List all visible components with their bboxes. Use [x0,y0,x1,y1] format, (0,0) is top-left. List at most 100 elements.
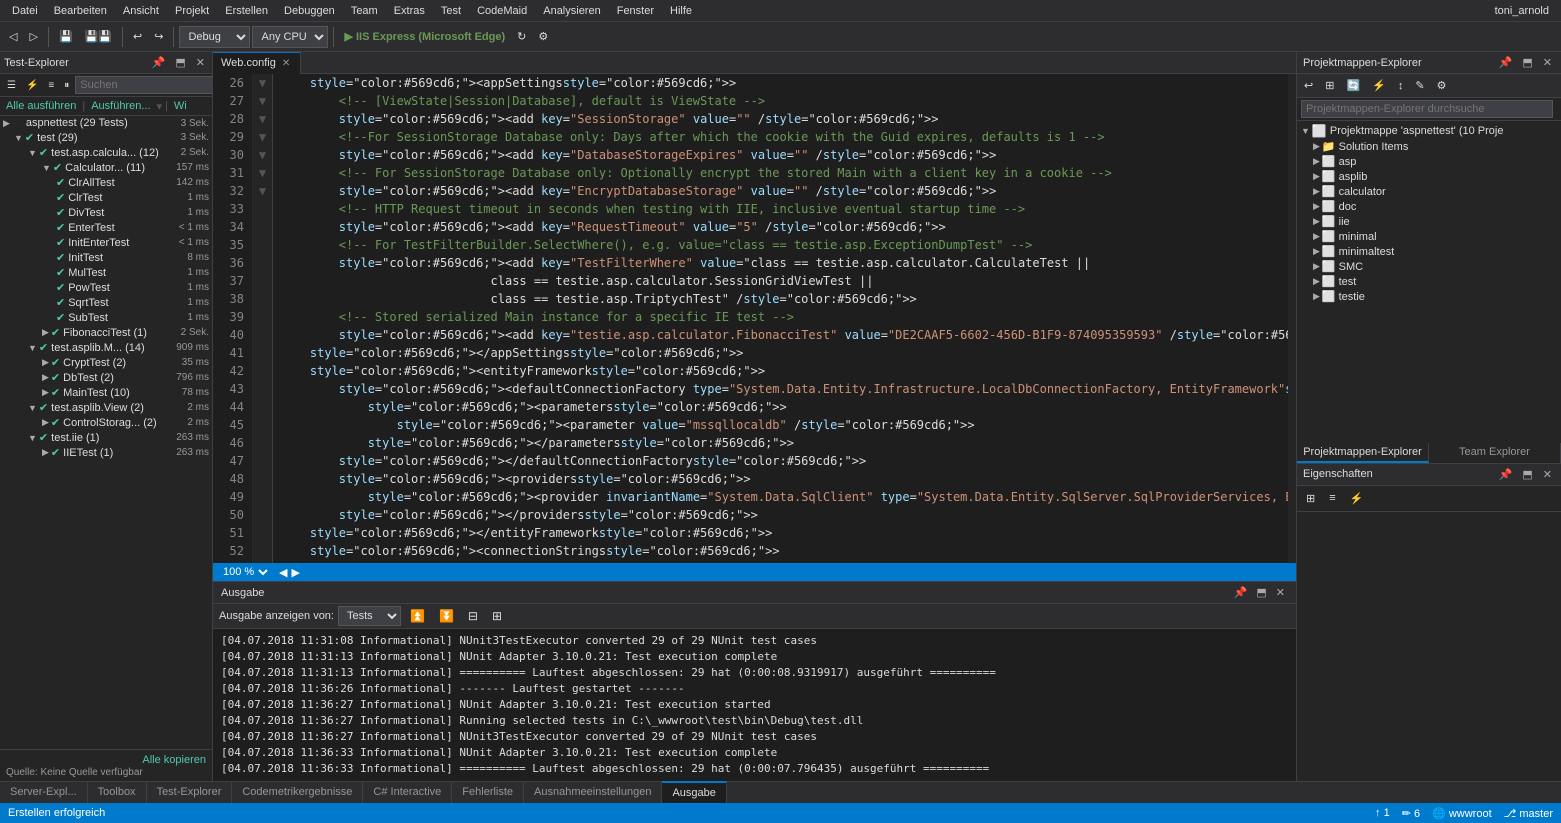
list-item[interactable]: ✔ SqrtTest 1 ms [0,295,212,310]
test-toolbar-btn-1[interactable]: ☰ [3,78,20,93]
solution-search-input[interactable] [1301,100,1553,118]
menu-erstellen[interactable]: Erstellen [217,3,276,19]
output-source-select[interactable]: Tests Build Debug [338,606,401,626]
toolbar-btn-back[interactable]: ◁ [4,27,22,46]
menu-datei[interactable]: Datei [4,3,46,19]
solution-root-item[interactable]: ▼ ⬜ Projektmappe 'aspnettest' (10 Proje [1297,123,1561,139]
alle-kopieren-link[interactable]: Alle kopieren [6,753,206,767]
cpu-select[interactable]: Any CPU [252,26,328,48]
fold-btn[interactable]: ▼ [253,92,272,110]
list-item[interactable]: ▶ ✔ MainTest (10) 78 ms [0,385,212,400]
list-item[interactable]: ▶ ✔ FibonacciTest (1) 2 Sek. [0,325,212,340]
test-toolbar-btn-3[interactable]: ≡ [44,78,58,93]
prop-pin-icon[interactable]: 📌 [1496,467,1516,482]
sol-item-asplib[interactable]: ▶ ⬜ asplib [1297,169,1561,184]
scrollbar-vertical[interactable] [1288,74,1296,563]
tab-test-explorer[interactable]: Test-Explorer [147,781,233,803]
list-item[interactable]: ✔ PowTest 1 ms [0,280,212,295]
tab-solution-explorer[interactable]: Projektmappen-Explorer [1297,443,1429,463]
output-close-icon[interactable]: ✕ [1273,585,1288,600]
tab-codemetrik[interactable]: Codemetrikergebnisse [232,781,363,803]
sol-float-icon[interactable]: ⬒ [1519,55,1535,70]
menu-codemaid[interactable]: CodeMaid [469,3,535,19]
tab-team-explorer[interactable]: Team Explorer [1429,443,1561,463]
toolbar-btn-undo[interactable]: ↩ [128,27,147,46]
fold-btn[interactable]: ▼ [253,164,272,182]
menu-fenster[interactable]: Fenster [609,3,662,19]
sol-item-test[interactable]: ▶ ⬜ test [1297,274,1561,289]
sol-item-calculator[interactable]: ▶ ⬜ calculator [1297,184,1561,199]
sol-item-minimaltest[interactable]: ▶ ⬜ minimaltest [1297,244,1561,259]
refresh-btn[interactable]: ↻ [512,27,531,46]
toolbar-btn-save-all[interactable]: 💾💾 [80,27,117,46]
scroll-right-icon[interactable]: ▶ [291,566,299,579]
list-item[interactable]: ▼ ✔ test (29) 3 Sek. [0,130,212,145]
sol-item-solution-items[interactable]: ▶ 📁 Solution Items [1297,139,1561,154]
output-btn-4[interactable]: ⊞ [487,606,507,626]
list-item[interactable]: ✔ InitEnterTest < 1 ms [0,235,212,250]
menu-debuggen[interactable]: Debuggen [276,3,343,19]
scroll-left-icon[interactable]: ◀ [279,566,287,579]
tab-fehlerliste[interactable]: Fehlerliste [452,781,524,803]
list-item[interactable]: ▶ ✔ IIETest (1) 263 ms [0,445,212,460]
toolbar-extra-btn[interactable]: ⚙ [533,27,553,46]
sol-item-doc[interactable]: ▶ ⬜ doc [1297,199,1561,214]
tab-ausnahme[interactable]: Ausnahmeeinstellungen [524,781,662,803]
tab-csharp-interactive[interactable]: C# Interactive [363,781,452,803]
menu-analysieren[interactable]: Analysieren [535,3,608,19]
output-btn-3[interactable]: ⊟ [463,606,483,626]
list-item[interactable]: ✔ ClrTest 1 ms [0,190,212,205]
run-button[interactable]: ▶ IIS Express (Microsoft Edge) [339,27,510,46]
sol-toolbar-btn6[interactable]: ✎ [1410,76,1429,95]
list-item[interactable]: ✔ InitTest 8 ms [0,250,212,265]
sol-toolbar-btn7[interactable]: ⚙ [1432,76,1452,95]
toolbar-btn-save[interactable]: 💾 [54,27,78,46]
output-btn-1[interactable]: ⏫ [405,606,430,626]
run-all-btn[interactable]: Alle ausführen [3,99,79,113]
wi-btn[interactable]: Wi [171,99,190,113]
tab-toolbox[interactable]: Toolbox [88,781,147,803]
output-content[interactable]: [04.07.2018 11:31:08 Informational] NUni… [213,629,1296,781]
output-btn-2[interactable]: ⏬ [434,606,459,626]
sol-toolbar-btn2[interactable]: ⊞ [1320,76,1339,95]
tab-webconfig[interactable]: Web.config ✕ [213,52,301,74]
prop-events-btn[interactable]: ⚡ [1345,489,1369,508]
menu-projekt[interactable]: Projekt [167,3,217,19]
prop-group-btn[interactable]: ≡ [1324,489,1340,507]
debug-config-select[interactable]: Debug Release [179,26,250,48]
zoom-select[interactable]: 100 % 75 % 150 % [219,565,271,579]
fold-btn[interactable]: ▼ [253,110,272,128]
list-item[interactable]: ▶ ✔ CryptTest (2) 35 ms [0,355,212,370]
list-item[interactable]: ✔ MulTest 1 ms [0,265,212,280]
menu-extras[interactable]: Extras [386,3,433,19]
float-icon[interactable]: ⬒ [172,55,188,70]
sol-item-asp[interactable]: ▶ ⬜ asp [1297,154,1561,169]
output-pin-icon[interactable]: 📌 [1231,585,1251,600]
prop-close-icon[interactable]: ✕ [1540,467,1555,482]
fold-btn[interactable]: ▼ [253,74,272,92]
list-item[interactable]: ▼ ✔ test.asplib.View (2) 2 ms [0,400,212,415]
list-item[interactable]: ▼ ✔ test.asp.calcula... (12) 2 Sek. [0,145,212,160]
fold-btn[interactable]: ▼ [253,128,272,146]
output-float-icon[interactable]: ⬒ [1253,585,1269,600]
sol-item-minimal[interactable]: ▶ ⬜ minimal [1297,229,1561,244]
list-item[interactable]: ✔ EnterTest < 1 ms [0,220,212,235]
sol-item-iie[interactable]: ▶ ⬜ iie [1297,214,1561,229]
menu-bearbeiten[interactable]: Bearbeiten [46,3,115,19]
toolbar-btn-forward[interactable]: ▷ [24,27,42,46]
fold-btn[interactable]: ▼ [253,146,272,164]
close-icon[interactable]: ✕ [193,55,208,70]
list-item[interactable]: ✔ ClrAllTest 142 ms [0,175,212,190]
list-item[interactable]: ▼ ✔ test.iie (1) 263 ms [0,430,212,445]
test-root-item[interactable]: ▶ aspnettest (29 Tests) 3 Sek. [0,116,212,130]
tab-ausgabe[interactable]: Ausgabe [662,781,726,803]
test-toolbar-btn-2[interactable]: ⚡ [22,78,42,93]
list-item[interactable]: ✔ SubTest 1 ms [0,310,212,325]
sol-close-icon[interactable]: ✕ [1540,55,1555,70]
sol-pin-icon[interactable]: 📌 [1496,55,1516,70]
run-selected-btn[interactable]: Ausführen... [88,99,153,113]
sol-toolbar-btn4[interactable]: ⚡ [1367,76,1391,95]
sol-toolbar-btn1[interactable]: ↩ [1299,76,1318,95]
list-item[interactable]: ▶ ✔ ControlStorag... (2) 2 ms [0,415,212,430]
tab-close-icon[interactable]: ✕ [280,57,292,70]
